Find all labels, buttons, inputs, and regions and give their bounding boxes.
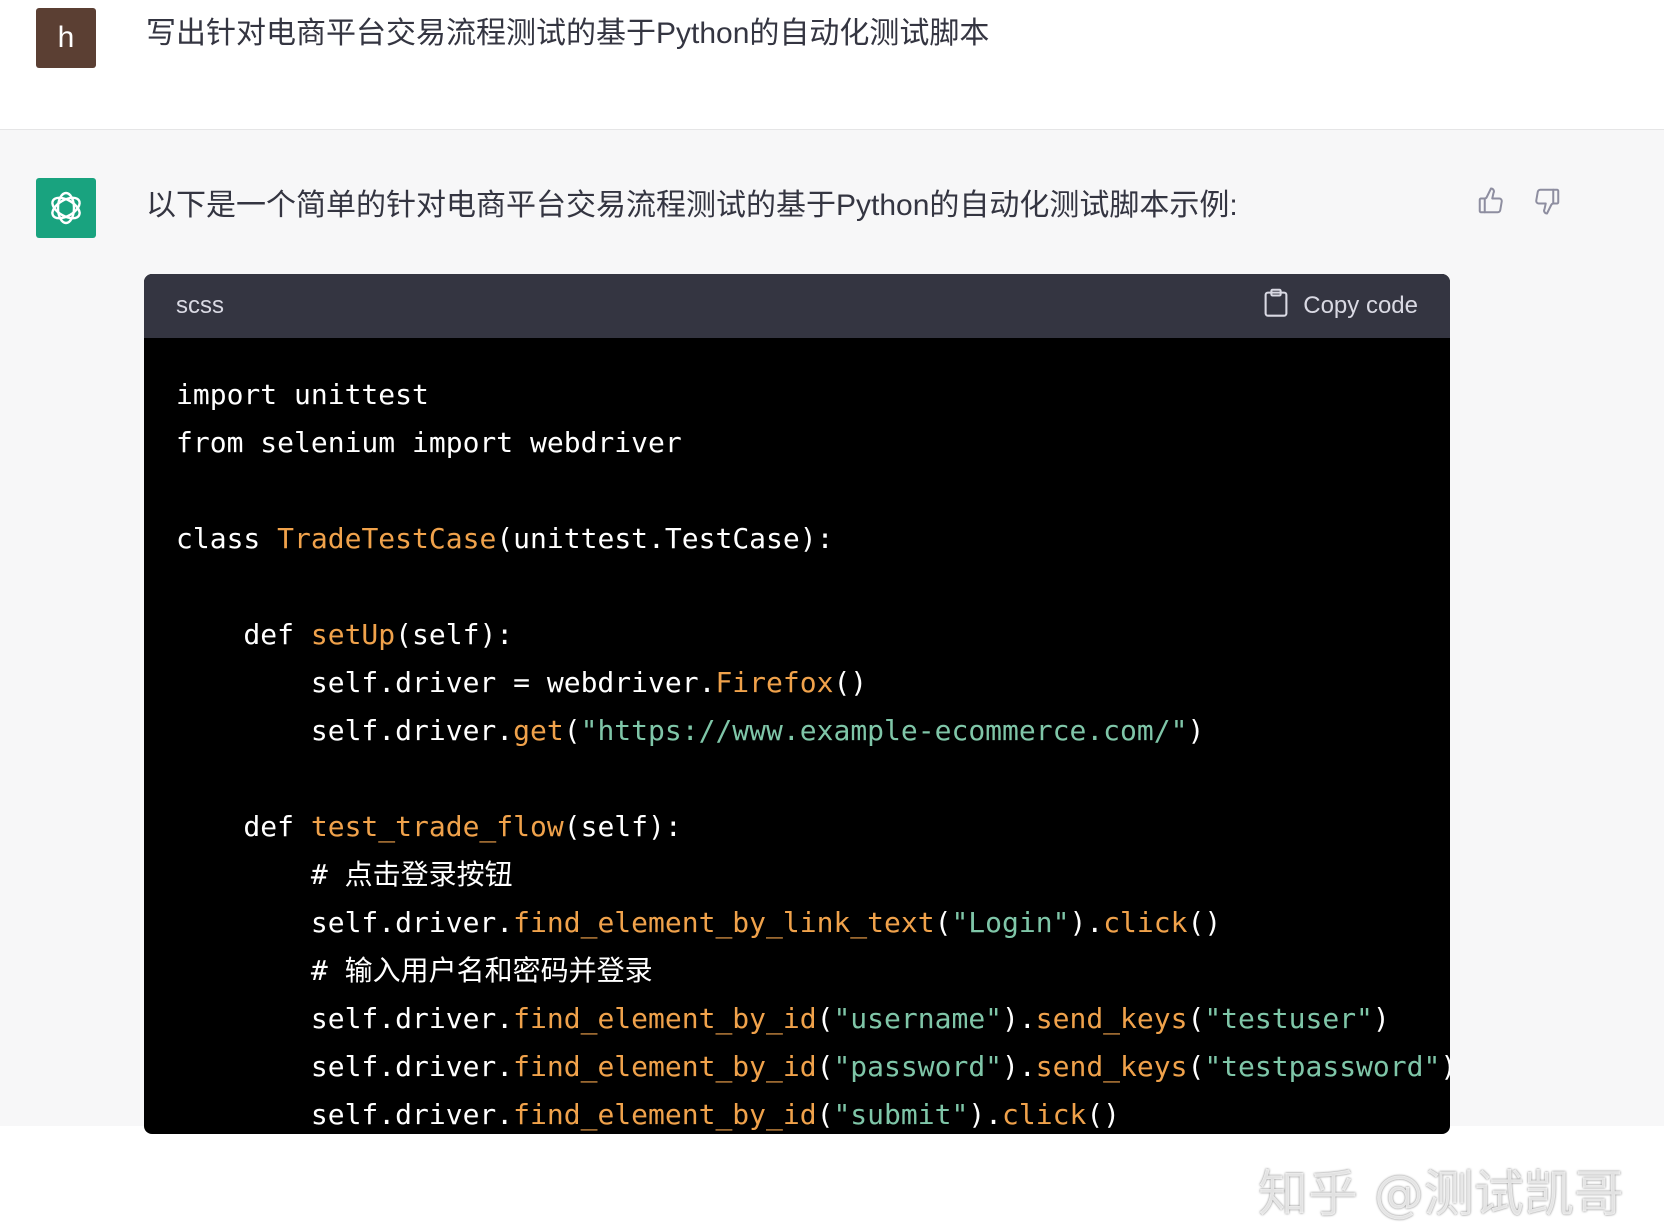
code-token: ) — [1187, 714, 1205, 747]
code-line: self.driver.find_element_by_id("submit")… — [176, 1091, 1450, 1134]
code-token: () — [1086, 1098, 1121, 1131]
code-token: find_element_by_id — [513, 1050, 817, 1083]
code-token: ( — [1187, 1002, 1205, 1035]
code-line: import unittest — [176, 371, 1450, 419]
copy-code-button[interactable]: Copy code — [1263, 288, 1418, 325]
code-token: ) — [1372, 1002, 1390, 1035]
assistant-message-row: 以下是一个简单的针对电商平台交易流程测试的基于Python的自动化测试脚本示例:… — [0, 130, 1664, 1223]
code-token: self.driver. — [176, 1050, 514, 1083]
chatgpt-logo-icon — [36, 178, 96, 238]
code-token: "Login" — [951, 906, 1070, 939]
code-block: scss Copy code import unittest from selen… — [144, 274, 1450, 1134]
code-token: # 点击登录按钮 — [176, 858, 513, 891]
code-token: "password" — [833, 1050, 1003, 1083]
code-token: send_keys — [1035, 1050, 1188, 1083]
user-avatar: h — [36, 8, 96, 68]
code-token: self.driver. — [176, 1098, 514, 1131]
code-line: # 点击登录按钮 — [176, 851, 1450, 899]
code-token: self.driver. — [176, 714, 514, 747]
code-token: ( — [563, 714, 581, 747]
code-token: from selenium import webdriver — [176, 426, 682, 459]
code-token: ( — [816, 1002, 834, 1035]
code-token: ). — [1002, 1050, 1036, 1083]
code-token: () — [1187, 906, 1222, 939]
code-line: # 输入用户名和密码并登录 — [176, 947, 1450, 995]
code-token: import unittest — [176, 378, 429, 411]
code-token: ( — [816, 1098, 834, 1131]
watermark: 知乎 @测试凯哥 — [1258, 1165, 1624, 1223]
code-token: def — [176, 618, 311, 651]
code-token: class — [176, 522, 278, 555]
copy-code-label: Copy code — [1303, 292, 1418, 319]
code-token: "submit" — [833, 1098, 969, 1131]
code-token: find_element_by_id — [513, 1098, 817, 1131]
code-token: "username" — [833, 1002, 1003, 1035]
code-token: click — [1103, 906, 1188, 939]
code-token: "https://www.example-ecommerce.com/" — [580, 714, 1188, 747]
code-token: ( — [1187, 1050, 1205, 1083]
user-message-text: 写出针对电商平台交易流程测试的基于Python的自动化测试脚本 — [146, 17, 990, 50]
code-token: (self): — [563, 810, 682, 843]
code-token: send_keys — [1035, 1002, 1188, 1035]
code-token: # 输入用户名和密码并登录 — [176, 954, 653, 987]
assistant-message-text: 以下是一个简单的针对电商平台交易流程测试的基于Python的自动化测试脚本示例: — [146, 189, 1238, 222]
code-body: import unittest from selenium import webd… — [144, 338, 1450, 1134]
code-token: () — [833, 666, 868, 699]
code-line: self.driver.get("https://www.example-eco… — [176, 707, 1450, 755]
code-token: (unittest.TestCase): — [496, 522, 834, 555]
code-token: self.driver = webdriver. — [176, 666, 716, 699]
code-token: Firefox — [715, 666, 834, 699]
code-token: ). — [1002, 1002, 1036, 1035]
thumbs-up-icon[interactable] — [1474, 184, 1508, 218]
clipboard-icon — [1263, 288, 1289, 325]
code-line: self.driver.find_element_by_link_text("L… — [176, 899, 1450, 947]
code-token: get — [513, 714, 564, 747]
code-token: ) — [1440, 1050, 1450, 1083]
code-token: "testuser" — [1204, 1002, 1373, 1035]
code-header: scss Copy code — [144, 274, 1450, 338]
code-token: ). — [968, 1098, 1003, 1131]
code-line: from selenium import webdriver — [176, 419, 1450, 467]
code-token: def — [176, 810, 311, 843]
code-line: self.driver = webdriver.Firefox() — [176, 659, 1450, 707]
code-token: self.driver. — [176, 1002, 514, 1035]
code-line: class TradeTestCase(unittest.TestCase): — [176, 515, 1450, 563]
code-language-label: scss — [176, 292, 224, 319]
code-line: self.driver.find_element_by_id("password… — [176, 1043, 1450, 1091]
code-token: ). — [1069, 906, 1104, 939]
code-token: ( — [934, 906, 952, 939]
code-token: "testpassword" — [1204, 1050, 1441, 1083]
code-line: def setUp(self): — [176, 611, 1450, 659]
code-token: click — [1002, 1098, 1087, 1131]
code-line: self.driver.find_element_by_id("username… — [176, 995, 1450, 1043]
code-token: ( — [816, 1050, 834, 1083]
thumbs-down-icon[interactable] — [1530, 184, 1564, 218]
code-token: setUp — [310, 618, 396, 651]
code-token: find_element_by_link_text — [513, 906, 935, 939]
code-token: test_trade_flow — [310, 810, 564, 843]
user-message-row: h 写出针对电商平台交易流程测试的基于Python的自动化测试脚本 — [0, 0, 1664, 130]
code-token: self.driver. — [176, 906, 514, 939]
code-token: TradeTestCase — [277, 522, 497, 555]
code-line: def test_trade_flow(self): — [176, 803, 1450, 851]
code-token: (self): — [395, 618, 514, 651]
code-token: find_element_by_id — [513, 1002, 817, 1035]
